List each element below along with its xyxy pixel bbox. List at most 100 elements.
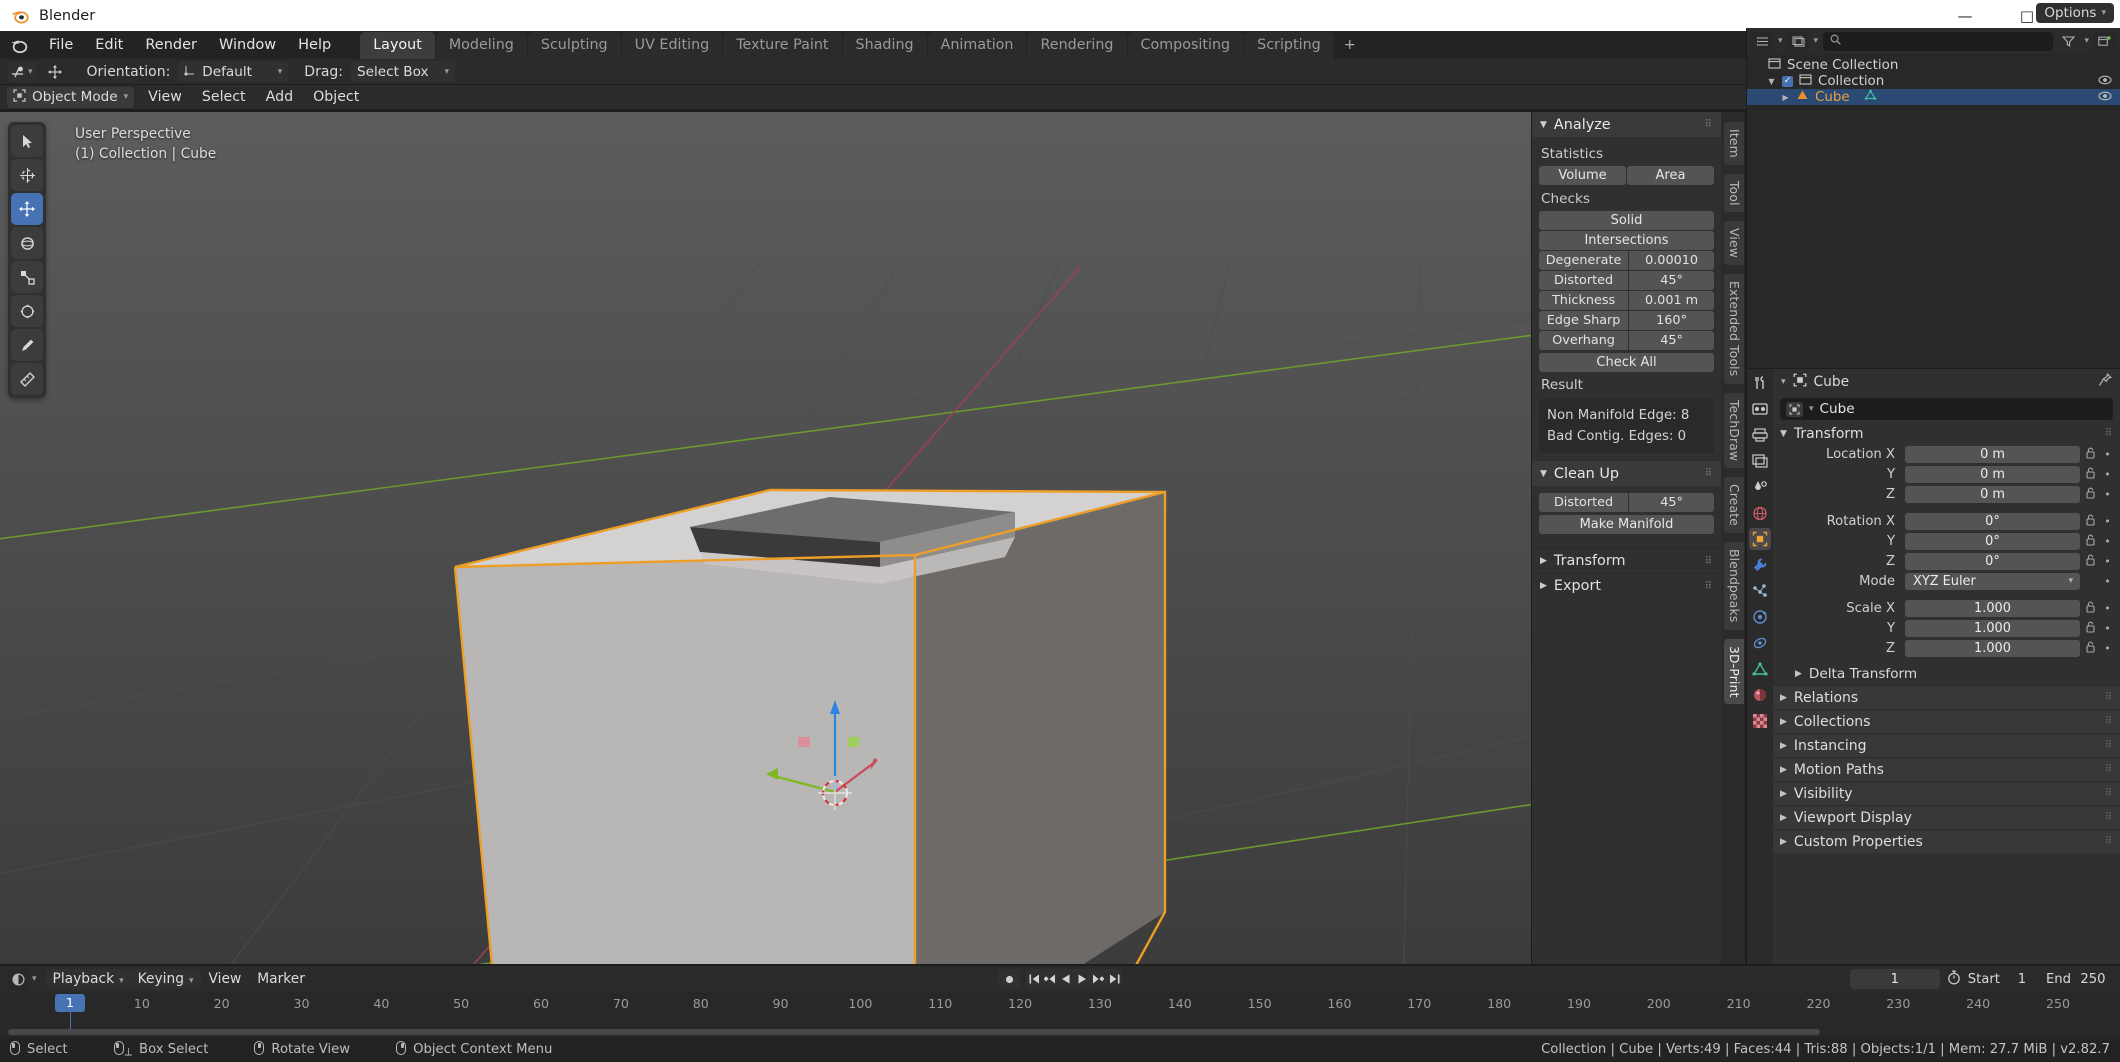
properties-section-instancing[interactable]: ▶Instancing⠿ xyxy=(1773,733,2120,757)
tab-material[interactable] xyxy=(1749,684,1771,706)
jump-to-start-button[interactable] xyxy=(1026,969,1042,989)
triangle-down-icon[interactable]: ▼ xyxy=(1767,77,1776,86)
collection-checkbox[interactable]: ✓ xyxy=(1782,76,1793,87)
properties-section-visibility[interactable]: ▶Visibility⠿ xyxy=(1773,781,2120,805)
property-value-z[interactable]: 1.000 xyxy=(1905,640,2080,657)
frame-start-field[interactable]: Start 1 xyxy=(1968,972,2039,987)
chevron-down-icon[interactable]: ▾ xyxy=(32,974,37,984)
animate-property-icon[interactable]: • xyxy=(2101,488,2114,501)
properties-section-relations[interactable]: ▶Relations⠿ xyxy=(1773,685,2120,709)
properties-section-collections[interactable]: ▶Collections⠿ xyxy=(1773,709,2120,733)
active-tool-icon[interactable]: ▾ xyxy=(7,62,37,82)
sidebar-tab-3d-print[interactable]: 3D-Print xyxy=(1724,639,1744,705)
transform-section-header[interactable]: ▼ Transform ⠿ xyxy=(1773,422,2120,445)
new-collection-icon[interactable] xyxy=(2094,31,2115,52)
check-overhang-value[interactable]: 45° xyxy=(1629,331,1714,350)
play-reverse-button[interactable] xyxy=(1058,969,1074,989)
timeline-playhead[interactable]: 1 xyxy=(55,994,85,1012)
export-panel-header[interactable]: ▶ Export ⠿ xyxy=(1532,573,1721,598)
timeline-menu-keying[interactable]: Keying▾ xyxy=(131,969,201,989)
unlock-icon[interactable] xyxy=(2084,621,2097,636)
unlock-icon[interactable] xyxy=(2084,554,2097,569)
outliner-search-input[interactable] xyxy=(1823,32,2053,51)
sidebar-tab-item[interactable]: Item xyxy=(1724,122,1744,165)
sidebar-tab-extended-tools[interactable]: Extended Tools xyxy=(1724,274,1744,383)
check-edge-sharp-value[interactable]: 160° xyxy=(1629,311,1714,330)
sidebar-tab-tool[interactable]: Tool xyxy=(1724,174,1744,213)
workspace-tab-animation[interactable]: Animation xyxy=(928,32,1027,59)
area-button[interactable]: Area xyxy=(1627,166,1714,185)
outliner-row-scene-collection[interactable]: Scene Collection xyxy=(1747,57,2120,73)
unlock-icon[interactable] xyxy=(2084,487,2097,502)
triangle-right-icon[interactable]: ▶ xyxy=(1781,93,1790,102)
eye-visibility-icon[interactable] xyxy=(2098,90,2112,104)
animate-property-icon[interactable]: • xyxy=(2101,515,2114,528)
chevron-down-icon[interactable]: ▾ xyxy=(1814,36,1819,46)
eye-visibility-icon[interactable] xyxy=(2098,74,2112,88)
check-distorted-button[interactable]: Distorted xyxy=(1539,271,1628,290)
property-value-scale-x[interactable]: 1.000 xyxy=(1905,600,2080,617)
topbar-menu-edit[interactable]: Edit xyxy=(84,34,134,56)
transform-panel-header[interactable]: ▶ Transform ⠿ xyxy=(1532,548,1721,573)
animate-property-icon[interactable]: • xyxy=(2101,602,2114,615)
chevron-down-icon[interactable]: ▾ xyxy=(1778,36,1783,46)
outliner-row-cube[interactable]: ▶Cube xyxy=(1747,89,2120,105)
check-distorted-value[interactable]: 45° xyxy=(1629,271,1714,290)
timeline-ruler[interactable]: 1020304050607080901001101201301401501601… xyxy=(0,992,2120,1016)
unlock-icon[interactable] xyxy=(2084,447,2097,462)
cleanup-distorted-value[interactable]: 45° xyxy=(1629,493,1714,512)
workspace-tab-scripting[interactable]: Scripting xyxy=(1244,32,1334,59)
jump-to-next-keyframe-button[interactable] xyxy=(1090,969,1106,989)
blender-menu-logo-icon[interactable] xyxy=(8,35,30,55)
minimize-button[interactable]: — xyxy=(1934,0,1996,31)
timeline-menu-playback[interactable]: Playback▾ xyxy=(46,969,131,989)
3d-viewport[interactable]: User Perspective (1) Collection | Cube xyxy=(0,112,1745,964)
orientation-dropdown[interactable]: Default ▾ xyxy=(178,61,288,82)
animate-property-icon[interactable]: • xyxy=(2101,622,2114,635)
tab-scene[interactable] xyxy=(1749,476,1771,498)
property-value-y[interactable]: 0° xyxy=(1905,533,2080,550)
timeline-menu-view[interactable]: View xyxy=(201,969,250,989)
sidebar-tab-create[interactable]: Create xyxy=(1724,477,1744,533)
tab-object-data[interactable] xyxy=(1749,658,1771,680)
jump-to-end-button[interactable] xyxy=(1106,969,1122,989)
animate-property-icon[interactable]: • xyxy=(2101,468,2114,481)
workspace-tab-sculpting[interactable]: Sculpting xyxy=(528,32,621,59)
volume-button[interactable]: Volume xyxy=(1539,166,1626,185)
sidebar-tab-techdraw[interactable]: TechDraw xyxy=(1724,393,1744,468)
topbar-menu-render[interactable]: Render xyxy=(134,34,208,56)
property-value-y[interactable]: 1.000 xyxy=(1905,620,2080,637)
interaction-mode-dropdown[interactable]: Object Mode ▾ xyxy=(7,87,134,108)
unlock-icon[interactable] xyxy=(2084,601,2097,616)
jump-to-prev-keyframe-button[interactable] xyxy=(1042,969,1058,989)
outliner-editor-type-icon[interactable] xyxy=(1752,31,1773,52)
property-value-rotation-x[interactable]: 0° xyxy=(1905,513,2080,530)
check-degenerate-value[interactable]: 0.00010 xyxy=(1629,251,1714,270)
animate-property-icon[interactable]: • xyxy=(2101,535,2114,548)
unlock-icon[interactable] xyxy=(2084,641,2097,656)
topbar-menu-help[interactable]: Help xyxy=(287,34,342,56)
tool-rotate[interactable] xyxy=(11,227,43,259)
frame-end-field[interactable]: End 250 xyxy=(2046,972,2110,987)
tab-world[interactable] xyxy=(1749,502,1771,524)
outliner-row-collection[interactable]: ▼✓Collection xyxy=(1747,73,2120,89)
check-thickness-value[interactable]: 0.001 m xyxy=(1629,291,1714,310)
mesh-data-icon[interactable] xyxy=(1864,89,1877,105)
object-name-field[interactable]: ▾ Cube xyxy=(1780,398,2113,420)
workspace-tab-rendering[interactable]: Rendering xyxy=(1027,32,1126,59)
workspace-tab-compositing[interactable]: Compositing xyxy=(1128,32,1244,59)
property-value-z[interactable]: 0° xyxy=(1905,553,2080,570)
tab-tool[interactable] xyxy=(1749,372,1771,394)
sidebar-tab-view[interactable]: View xyxy=(1724,221,1744,265)
add-workspace-button[interactable]: + xyxy=(1335,32,1365,59)
tab-render[interactable] xyxy=(1749,398,1771,420)
tab-view-layer[interactable] xyxy=(1749,450,1771,472)
unlock-icon[interactable] xyxy=(2084,534,2097,549)
chevron-down-icon[interactable]: ▾ xyxy=(2084,36,2089,46)
tool-select-box[interactable] xyxy=(11,125,43,157)
tab-texture[interactable] xyxy=(1749,710,1771,732)
animate-property-icon[interactable]: • xyxy=(2101,448,2114,461)
properties-section-custom-properties[interactable]: ▶Custom Properties⠿ xyxy=(1773,829,2120,853)
filter-icon[interactable] xyxy=(2058,31,2079,52)
check-thickness-button[interactable]: Thickness xyxy=(1539,291,1628,310)
